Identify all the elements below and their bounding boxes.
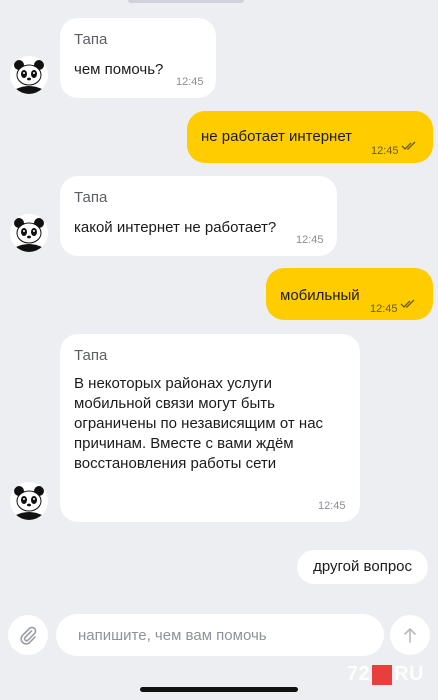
double-check-icon bbox=[400, 299, 415, 308]
sender-name: Тапа bbox=[74, 189, 108, 206]
top-handle bbox=[128, 0, 244, 3]
message-text: мобильный bbox=[280, 287, 360, 304]
message-bubble-incoming[interactable]: Тапа чем помочь? 12:45 bbox=[60, 18, 216, 98]
arrow-up-icon bbox=[404, 628, 416, 643]
paperclip-icon bbox=[20, 626, 37, 645]
message-time: 12:45 bbox=[370, 303, 398, 315]
home-indicator bbox=[140, 687, 298, 692]
message-time: 12:45 bbox=[371, 145, 399, 157]
quick-reply-button[interactable]: другой вопрос bbox=[297, 550, 428, 584]
message-bubble-outgoing[interactable]: не работает интернет 12:45 bbox=[187, 111, 433, 163]
sender-name: Тапа bbox=[74, 31, 108, 48]
watermark-left: 72 bbox=[346, 663, 371, 685]
bot-avatar bbox=[10, 214, 48, 252]
message-bubble-incoming[interactable]: Тапа В некоторых районах услуги мобильно… bbox=[60, 334, 360, 522]
double-check-icon bbox=[401, 141, 416, 150]
panda-icon bbox=[10, 214, 48, 252]
sender-name: Тапа bbox=[74, 347, 108, 364]
message-time: 12:45 bbox=[296, 234, 324, 246]
message-bubble-outgoing[interactable]: мобильный 12:45 bbox=[266, 268, 433, 320]
watermark-right: RU bbox=[394, 663, 424, 685]
send-button[interactable] bbox=[390, 615, 430, 655]
watermark-square bbox=[372, 664, 393, 685]
message-bubble-incoming[interactable]: Тапа какой интернет не работает? 12:45 bbox=[60, 176, 337, 256]
message-time: 12:45 bbox=[176, 76, 204, 88]
message-text: не работает интернет bbox=[201, 128, 353, 145]
bot-avatar bbox=[10, 482, 48, 520]
message-text: В некоторых районах услуги мобильной свя… bbox=[74, 375, 324, 472]
watermark-logo: 72 RU bbox=[347, 663, 424, 686]
message-text: какой интернет не работает? bbox=[74, 219, 277, 236]
panda-icon bbox=[10, 56, 48, 94]
message-text: чем помочь? bbox=[74, 61, 164, 78]
message-input[interactable] bbox=[56, 614, 384, 656]
message-time: 12:45 bbox=[318, 500, 346, 512]
panda-icon bbox=[10, 482, 48, 520]
attach-button[interactable] bbox=[8, 615, 48, 655]
bot-avatar bbox=[10, 56, 48, 94]
